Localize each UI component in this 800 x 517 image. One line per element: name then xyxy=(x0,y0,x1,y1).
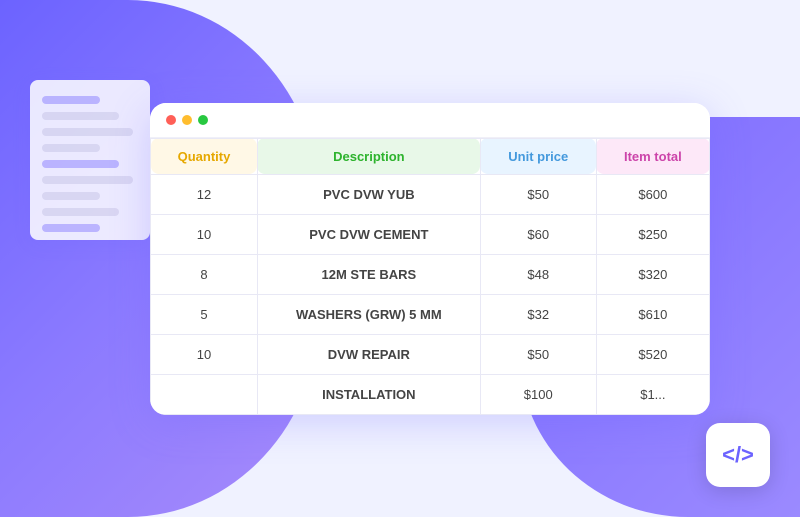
header-unit-price: Unit price xyxy=(480,138,596,174)
cell-unit-price: $48 xyxy=(480,254,596,294)
cell-description: DVW REPAIR xyxy=(257,334,480,374)
table-row: INSTALLATION$100$1... xyxy=(151,374,710,414)
table-row: 10PVC DVW CEMENT$60$250 xyxy=(151,214,710,254)
cell-unit-price: $50 xyxy=(480,174,596,214)
table-row: 5WASHERS (GRW) 5 MM$32$610 xyxy=(151,294,710,334)
doc-line xyxy=(42,192,100,200)
cell-description: PVC DVW YUB xyxy=(257,174,480,214)
cell-unit-price: $32 xyxy=(480,294,596,334)
cell-quantity: 10 xyxy=(151,334,258,374)
cell-item-total: $320 xyxy=(596,254,709,294)
invoice-table: Quantity Description Unit price Item tot… xyxy=(150,138,710,415)
doc-line xyxy=(42,208,119,216)
window-dot-red xyxy=(166,115,176,125)
cell-item-total: $520 xyxy=(596,334,709,374)
table-row: 812M STE BARS$48$320 xyxy=(151,254,710,294)
cell-item-total: $1... xyxy=(596,374,709,414)
cell-item-total: $610 xyxy=(596,294,709,334)
cell-quantity: 12 xyxy=(151,174,258,214)
decorative-document xyxy=(30,80,150,240)
doc-line xyxy=(42,160,119,168)
doc-line xyxy=(42,112,119,120)
cell-quantity xyxy=(151,374,258,414)
cell-item-total: $250 xyxy=(596,214,709,254)
header-quantity: Quantity xyxy=(151,138,258,174)
cell-unit-price: $100 xyxy=(480,374,596,414)
code-badge: </> xyxy=(706,423,770,487)
doc-line xyxy=(42,224,100,232)
cell-unit-price: $60 xyxy=(480,214,596,254)
cell-description: INSTALLATION xyxy=(257,374,480,414)
main-window: Quantity Description Unit price Item tot… xyxy=(150,103,710,415)
table-row: 10DVW REPAIR$50$520 xyxy=(151,334,710,374)
cell-description: PVC DVW CEMENT xyxy=(257,214,480,254)
header-description: Description xyxy=(257,138,480,174)
cell-quantity: 10 xyxy=(151,214,258,254)
window-chrome xyxy=(150,103,710,138)
table-wrapper: Quantity Description Unit price Item tot… xyxy=(150,138,710,415)
doc-line xyxy=(42,144,100,152)
table-row: 12PVC DVW YUB$50$600 xyxy=(151,174,710,214)
code-icon: </> xyxy=(722,442,754,468)
doc-line xyxy=(42,96,100,104)
cell-unit-price: $50 xyxy=(480,334,596,374)
cell-description: 12M STE BARS xyxy=(257,254,480,294)
cell-description: WASHERS (GRW) 5 MM xyxy=(257,294,480,334)
doc-line xyxy=(42,176,133,184)
doc-line xyxy=(42,128,133,136)
header-item-total: Item total xyxy=(596,138,709,174)
cell-quantity: 5 xyxy=(151,294,258,334)
cell-quantity: 8 xyxy=(151,254,258,294)
window-dot-green xyxy=(198,115,208,125)
cell-item-total: $600 xyxy=(596,174,709,214)
window-dot-yellow xyxy=(182,115,192,125)
